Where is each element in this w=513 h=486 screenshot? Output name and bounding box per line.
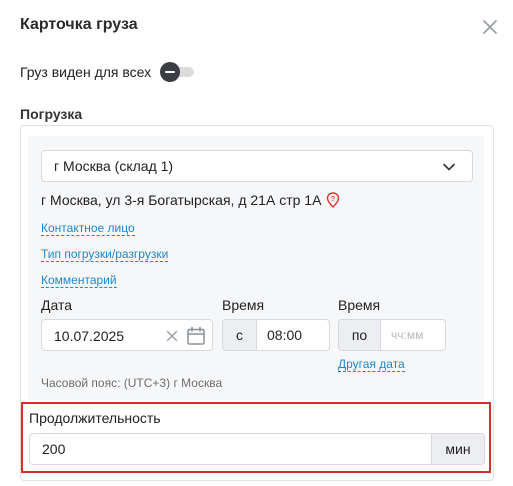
calendar-icon[interactable] xyxy=(186,326,206,346)
visibility-toggle[interactable] xyxy=(160,61,196,83)
duration-unit: мин xyxy=(431,434,484,464)
card-title: Карточка груза xyxy=(20,16,138,33)
time-to-field[interactable]: по чч:мм xyxy=(338,319,446,351)
section-title-loading: Погрузка xyxy=(20,106,83,122)
duration-input[interactable]: 200 xyxy=(30,434,431,464)
time-from-input[interactable]: 08:00 xyxy=(257,320,329,350)
close-icon[interactable] xyxy=(480,17,500,37)
duration-field[interactable]: 200 мин xyxy=(29,433,485,465)
address-text: г Москва, ул 3-я Богатырская, д 21А стр … xyxy=(41,192,322,208)
time-from-prefix: с xyxy=(223,320,257,350)
chevron-down-icon xyxy=(443,163,455,171)
timezone-text: Часовой пояс: (UTC+3) г Москва xyxy=(41,376,223,390)
svg-text:?: ? xyxy=(331,196,335,203)
warehouse-select[interactable]: г Москва (склад 1) xyxy=(41,150,473,182)
map-pin-icon[interactable]: ? xyxy=(326,192,340,208)
address: г Москва, ул 3-я Богатырская, д 21А стр … xyxy=(41,192,340,208)
time-to-prefix: по xyxy=(339,320,381,350)
other-date-link[interactable]: Другая дата xyxy=(338,357,405,372)
toggle-knob xyxy=(160,62,181,82)
visibility-label: Груз виден для всех xyxy=(20,64,152,80)
time-to-label: Время xyxy=(338,297,381,313)
clear-icon[interactable] xyxy=(166,330,178,342)
date-value: 10.07.2025 xyxy=(54,328,125,344)
warehouse-select-value: г Москва (склад 1) xyxy=(54,158,174,174)
time-to-input[interactable]: чч:мм xyxy=(381,320,445,350)
visibility-row: Груз виден для всех xyxy=(20,61,196,83)
contact-person-link[interactable]: Контактное лицо xyxy=(41,221,135,236)
date-label: Дата xyxy=(41,297,73,313)
time-from-label: Время xyxy=(222,297,265,313)
duration-label: Продолжительность xyxy=(29,410,161,426)
comment-link[interactable]: Комментарий xyxy=(41,273,117,288)
load-type-link[interactable]: Тип погрузки/разгрузки xyxy=(41,247,169,262)
time-from-field[interactable]: с 08:00 xyxy=(222,319,330,351)
date-input[interactable]: 10.07.2025 xyxy=(41,319,213,351)
